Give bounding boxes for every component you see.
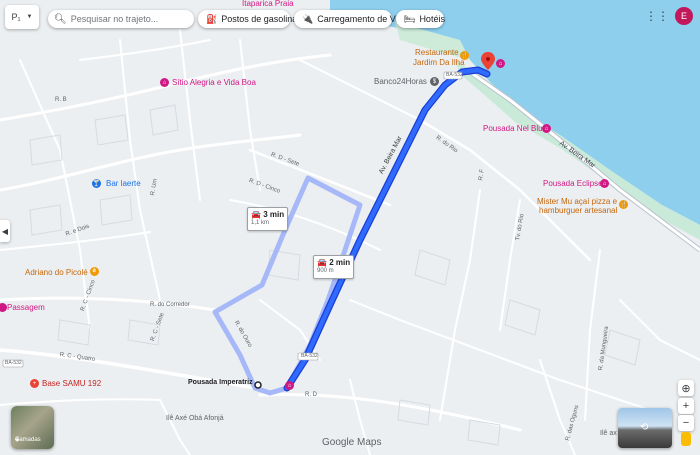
layers-button[interactable]: ◈ Camadas: [11, 406, 54, 449]
place-pousada-eclipse[interactable]: Pousada Eclipse: [543, 179, 603, 188]
place-adriano-do-picole[interactable]: Adriano do Picolé: [25, 268, 88, 277]
place-pousada-nel-blu[interactable]: Pousada Nel Blu: [483, 124, 543, 133]
collapse-side-panel-button[interactable]: ◀: [0, 220, 10, 242]
chevron-down-icon: ▼: [26, 14, 33, 20]
map-canvas[interactable]: [0, 0, 700, 455]
chevron-left-icon: ◀: [1, 226, 9, 236]
zoom-out-button[interactable]: −: [678, 415, 694, 431]
chip-ev-charging[interactable]: 🔌 Carregamento de VE: [294, 10, 402, 28]
chip-gas-label: Postos de gasolina: [221, 14, 298, 24]
origin-marker: [254, 381, 262, 389]
ev-charger-icon: 🔌: [302, 13, 314, 24]
hotel-icon-sitio[interactable]: ⌂: [160, 78, 169, 87]
plus-icon: +: [682, 400, 690, 412]
chip-ev-label: Carregamento de VE: [317, 14, 402, 24]
mode-dropdown-button[interactable]: P₁ ▼: [5, 5, 39, 29]
account-initial: E: [680, 11, 687, 21]
place-passagem[interactable]: Passagem: [7, 303, 45, 312]
car-icon: 🚘: [251, 210, 261, 219]
place-mister-mu-l1[interactable]: Mister Mu açaí pizza e: [537, 197, 617, 206]
my-location-button[interactable]: ⊕: [678, 380, 694, 396]
chip-hotels[interactable]: 🛏 Hotéis: [396, 10, 445, 28]
place-bar-laerte[interactable]: Bar laerte: [106, 179, 141, 188]
place-banco24horas[interactable]: Banco24Horas: [374, 77, 427, 86]
road-label-r-d: R. D: [305, 392, 317, 398]
apps-grid-icon[interactable]: ⋮⋮: [645, 8, 669, 24]
hotel-icon-eclipse[interactable]: ⌂: [600, 179, 609, 188]
bar-icon[interactable]: 🍸: [92, 179, 101, 188]
location-target-icon: ⊕: [681, 382, 691, 395]
food-icon-mister-mu[interactable]: 🍴: [619, 200, 628, 209]
account-avatar[interactable]: E: [675, 7, 693, 25]
rotate-icon: ⟲: [640, 422, 649, 433]
place-itaparica-praia[interactable]: Itaparica Praia: [242, 0, 294, 8]
chip-gas-stations[interactable]: ⛽ Postos de gasolina: [198, 10, 297, 28]
pegman-icon[interactable]: [681, 432, 691, 446]
route-info-primary[interactable]: 🚘 2 min 900 m: [313, 255, 355, 279]
car-icon: 🚘: [317, 258, 327, 267]
place-pousada-imperatriz[interactable]: Pousada Imperatriz: [188, 379, 253, 386]
street-view-thumbnail[interactable]: ⟲: [618, 408, 672, 448]
chip-hotels-label: Hotéis: [419, 14, 445, 24]
place-mister-mu-l2[interactable]: hamburguer artesanal: [539, 206, 617, 215]
road-label-ba-532-a: BA-532: [446, 72, 463, 78]
google-maps-logo: Google Maps: [322, 437, 382, 448]
food-icon-adriano[interactable]: 🍦: [90, 267, 99, 276]
ambulance-icon[interactable]: +: [30, 379, 39, 388]
search-along-route-input[interactable]: 🔍︎ Pesquisar no trajeto...: [48, 10, 194, 28]
hotel-icon-destination[interactable]: ⌂: [496, 59, 505, 68]
place-ile-ax-right[interactable]: Ilê ax: [600, 430, 617, 437]
place-restaurante-l2[interactable]: Jardim Da Ilha: [413, 58, 465, 67]
place-base-samu[interactable]: Base SAMU 192: [42, 379, 101, 388]
hotel-icon-nel-blu[interactable]: ⌂: [542, 124, 551, 133]
place-ile-axe[interactable]: Ilê Axé Obá Afonjá: [166, 415, 224, 422]
route-alt-time: 3 min: [263, 210, 285, 219]
minus-icon: −: [682, 417, 690, 429]
mode-label: P₁: [11, 12, 21, 22]
route-info-alternate[interactable]: 🚘 3 min 1,1 km: [247, 207, 289, 231]
route-primary-time: 2 min: [329, 258, 351, 267]
layers-text: Camadas: [15, 437, 41, 443]
road-label-ba-532-c: BA-532: [5, 360, 22, 366]
route-primary-distance: 900 m: [317, 268, 334, 274]
gas-station-icon: ⛽: [206, 13, 218, 24]
road-label-ba-532-b: BA-532: [301, 353, 318, 359]
bank-icon[interactable]: $: [430, 77, 439, 86]
bed-icon: 🛏: [404, 13, 416, 24]
road-label-r-do-corredor: R. do Corredor: [150, 302, 190, 308]
place-sitio-alegria[interactable]: Sítio Alegria e Vida Boa: [172, 78, 256, 87]
search-icon: 🔍︎: [54, 13, 67, 25]
road-label-r-b: R. B: [55, 97, 67, 103]
search-placeholder: Pesquisar no trajeto...: [70, 14, 159, 24]
zoom-in-button[interactable]: +: [678, 398, 694, 414]
place-restaurante-l1[interactable]: Restaurante: [415, 48, 459, 57]
hotel-icon-imperatriz[interactable]: ⌂: [285, 381, 294, 390]
route-alt-distance: 1,1 km: [251, 220, 270, 226]
